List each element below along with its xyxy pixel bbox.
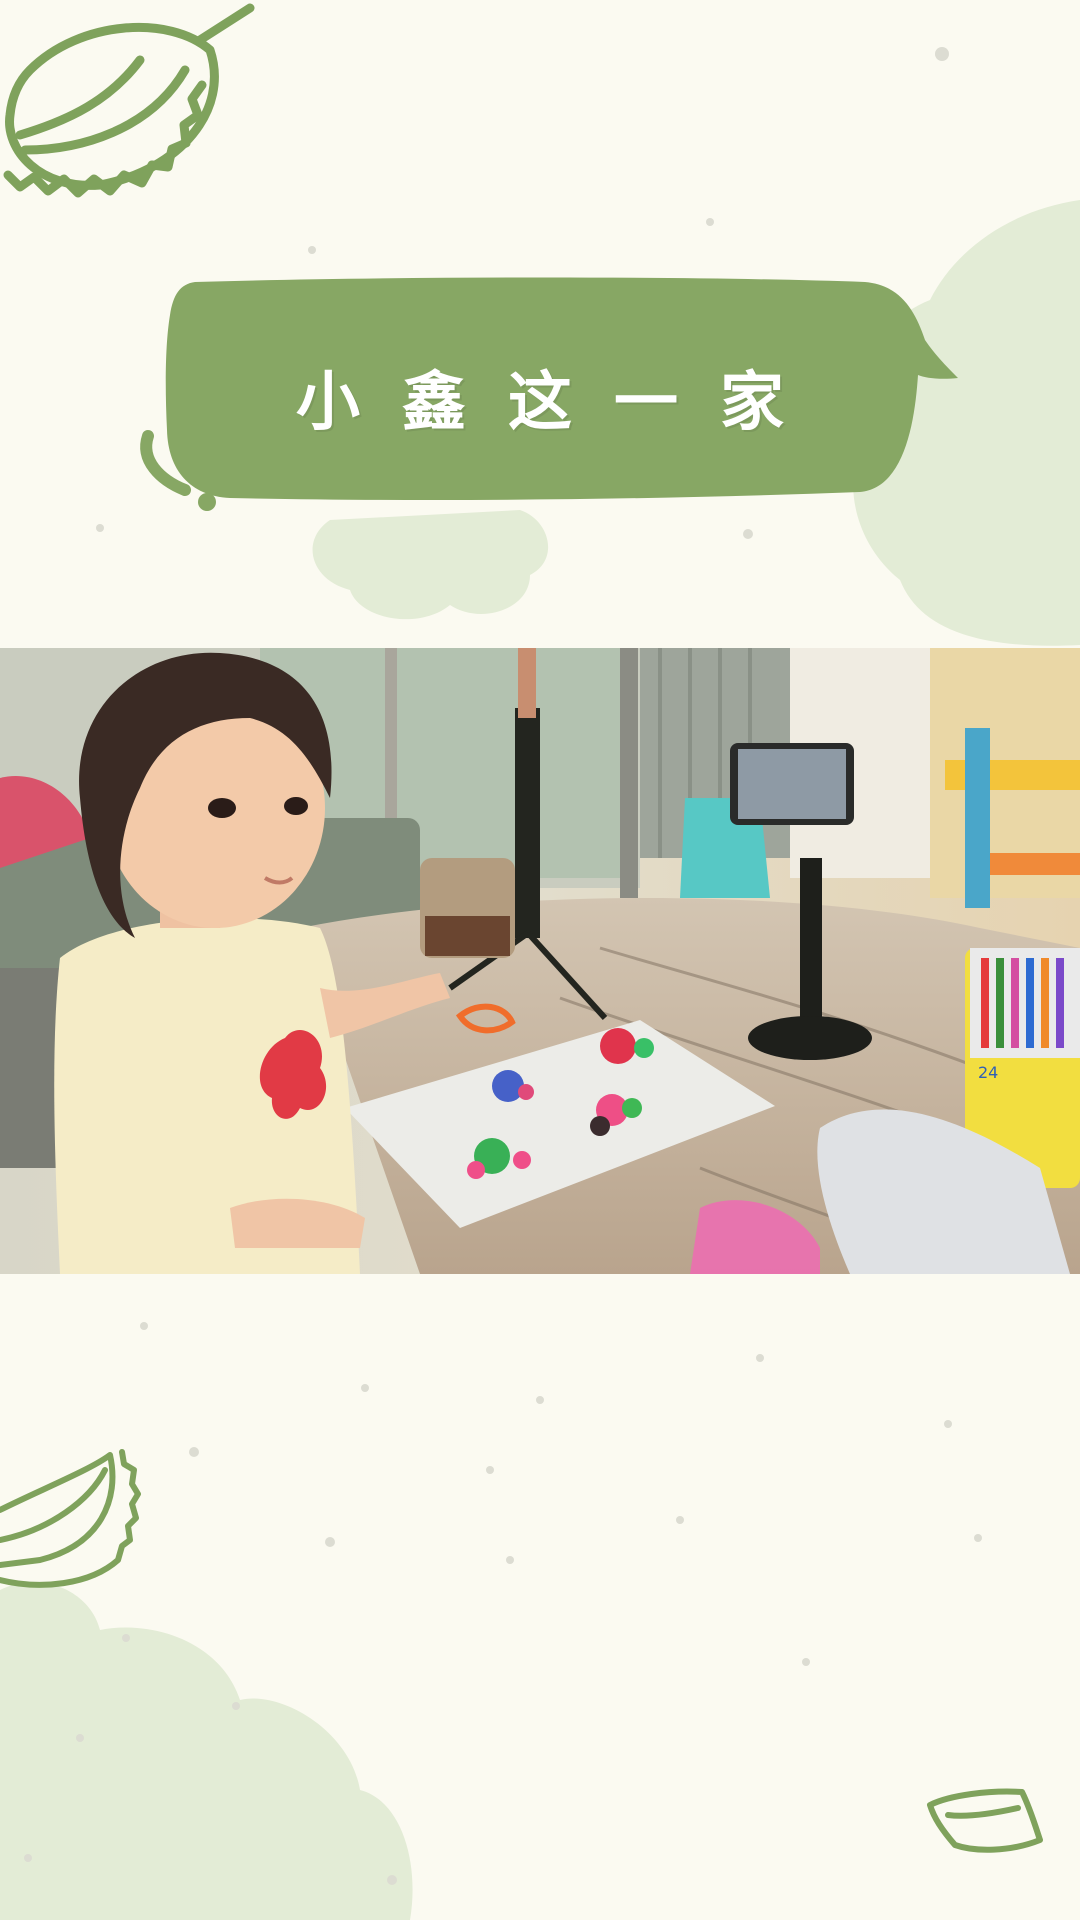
durian-icon <box>3 3 255 198</box>
durian-half-icon <box>0 1449 141 1588</box>
page-title: 小鑫这一家 <box>296 366 826 440</box>
video-frame[interactable]: 24 <box>0 648 1080 1274</box>
photo-scene: 24 <box>0 648 1080 1274</box>
durian-piece-icon <box>927 1788 1043 1853</box>
marker-label: 24 <box>978 1063 998 1082</box>
